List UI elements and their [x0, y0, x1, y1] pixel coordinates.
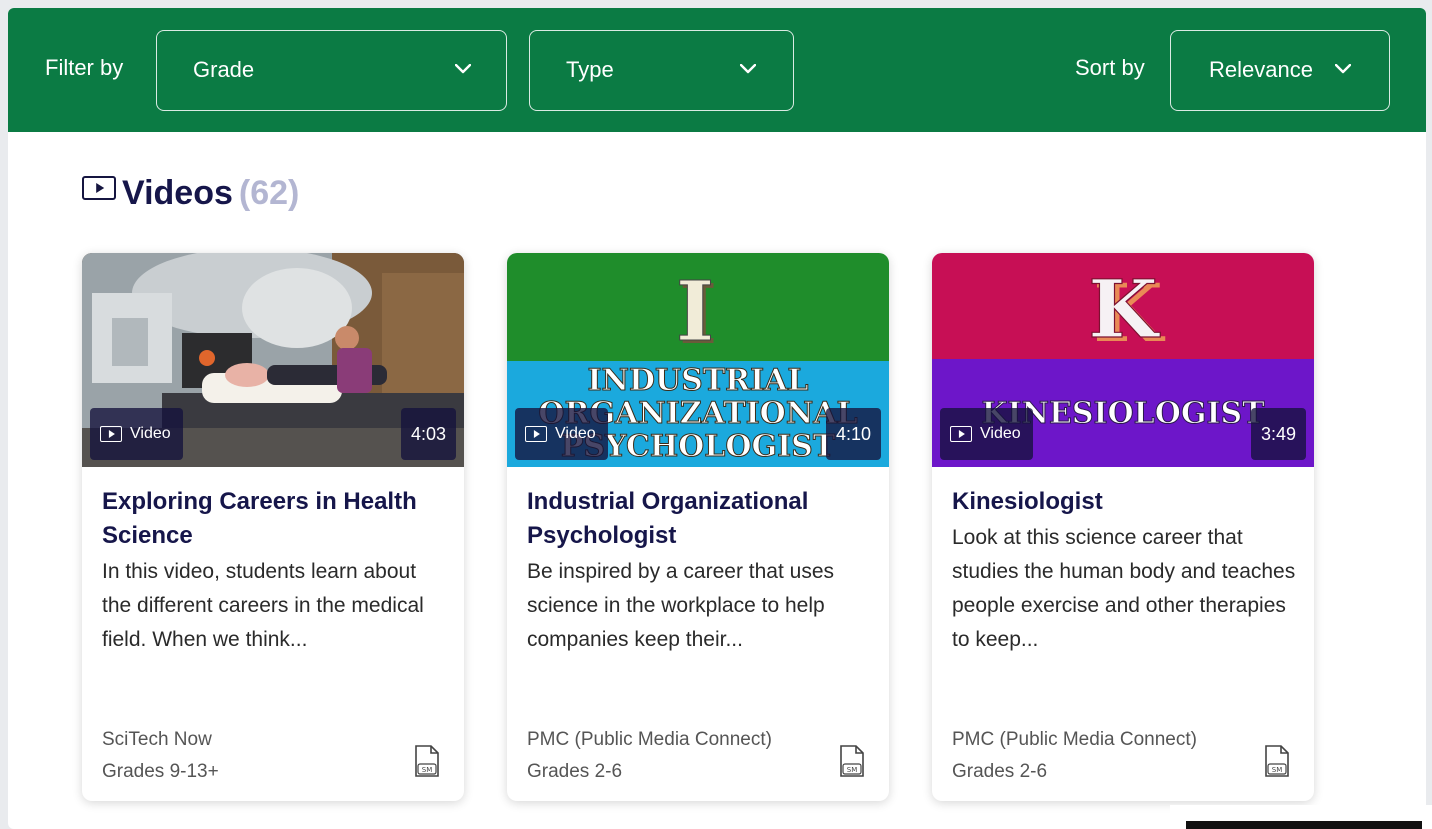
play-icon — [950, 426, 972, 442]
content-panel: Filter by Grade Type Sort by Relevance V… — [8, 8, 1426, 829]
type-dropdown-value: Type — [566, 57, 614, 82]
type-badge-label: Video — [130, 425, 171, 442]
chevron-down-icon — [740, 64, 756, 74]
video-card[interactable]: Video 4:03 Exploring Careers in Health S… — [82, 253, 464, 801]
watermark-fragment — [1170, 805, 1432, 829]
card-grades: Grades 9-13+ — [102, 761, 219, 782]
svg-text:SM: SM — [847, 766, 857, 774]
type-badge: Video — [515, 408, 608, 460]
video-card[interactable]: I I INDUSTRIAL ORGANIZATIONAL PSYCHOLOGI… — [507, 253, 889, 801]
thumb-letter: K — [1088, 262, 1160, 356]
card-title[interactable]: Industrial Organizational Psychologist — [527, 485, 872, 553]
type-badge: Video — [940, 408, 1033, 460]
sort-dropdown-value: Relevance — [1209, 57, 1313, 82]
filter-by-label: Filter by — [45, 55, 124, 80]
card-description: Look at this science career that studies… — [952, 526, 1296, 651]
section-heading: Videos (62) — [82, 168, 299, 218]
filter-bar: Filter by Grade Type Sort by Relevance — [8, 8, 1426, 132]
thumb-letter: I — [676, 264, 714, 360]
sm-document-icon: SM — [1265, 745, 1289, 777]
card-title[interactable]: Kinesiologist — [952, 485, 1297, 519]
type-badge-label: Video — [555, 425, 596, 442]
sm-document-icon: SM — [840, 745, 864, 777]
play-icon — [525, 426, 547, 442]
sm-document-icon: SM — [415, 745, 439, 777]
duration-badge: 3:49 — [1250, 408, 1306, 460]
sort-dropdown[interactable]: Relevance — [1170, 30, 1390, 111]
card-grades: Grades 2-6 — [527, 761, 623, 782]
section-count: (62) — [238, 173, 300, 212]
card-grades: Grades 2-6 — [952, 761, 1048, 782]
grade-dropdown-value: Grade — [193, 57, 255, 82]
thumb-line: INDUSTRIAL — [588, 363, 809, 398]
card-description: In this video, students learn about the … — [102, 560, 424, 651]
duration-badge: 4:03 — [400, 408, 456, 460]
sort-by-label: Sort by — [1075, 55, 1145, 80]
section-title: Videos — [122, 173, 233, 212]
type-badge: Video — [90, 408, 183, 460]
type-dropdown[interactable]: Type — [529, 30, 794, 111]
svg-text:SM: SM — [422, 766, 432, 774]
play-icon — [100, 426, 122, 442]
chevron-down-icon — [1335, 64, 1351, 74]
type-badge-label: Video — [980, 425, 1021, 442]
duration-badge: 4:10 — [825, 408, 881, 460]
svg-text:SM: SM — [1272, 766, 1282, 774]
card-source: PMC (Public Media Connect) — [952, 729, 1197, 750]
card-title[interactable]: Exploring Careers in Health Science — [102, 485, 447, 553]
video-card[interactable]: K K KINESIOLOGIST Video 3:49 Kinesiologi… — [932, 253, 1314, 801]
card-source: SciTech Now — [102, 729, 212, 750]
chevron-down-icon — [455, 64, 471, 74]
card-description: Be inspired by a career that uses scienc… — [527, 560, 835, 651]
card-source: PMC (Public Media Connect) — [527, 729, 772, 750]
video-icon — [82, 176, 116, 200]
grade-dropdown[interactable]: Grade — [156, 30, 507, 111]
